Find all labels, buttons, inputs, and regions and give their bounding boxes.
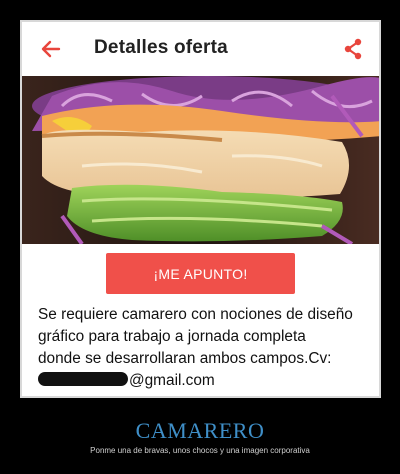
email-domain: @gmail.com: [129, 372, 215, 389]
arrow-left-icon: [41, 40, 61, 58]
page-title: Detalles oferta: [94, 37, 228, 58]
contact-email[interactable]: @gmail.com: [38, 370, 374, 392]
join-offer-button[interactable]: ¡ME APUNTO!: [106, 253, 295, 294]
app-bar: Detalles oferta: [22, 22, 379, 76]
description-line: donde se desarrollaran ambos campos.Cv:: [38, 350, 332, 367]
redacted-email-user: [38, 372, 128, 386]
caption-title: CAMARERO: [135, 418, 265, 443]
back-button[interactable]: [38, 36, 64, 62]
share-icon: [344, 38, 362, 60]
phone-screen: Detalles oferta ¡ME APUNTO! Se requiere …: [20, 20, 381, 398]
description-line: gráfico para trabajo a jornada completa: [38, 328, 306, 345]
offer-image: [22, 76, 379, 244]
offer-description: Se requiere camarero con nociones de dis…: [38, 304, 374, 392]
share-button[interactable]: [341, 36, 365, 62]
description-line: Se requiere camarero con nociones de dis…: [38, 306, 353, 323]
caption-subtitle: Ponme una de bravas, unos chocos y una i…: [90, 446, 310, 455]
